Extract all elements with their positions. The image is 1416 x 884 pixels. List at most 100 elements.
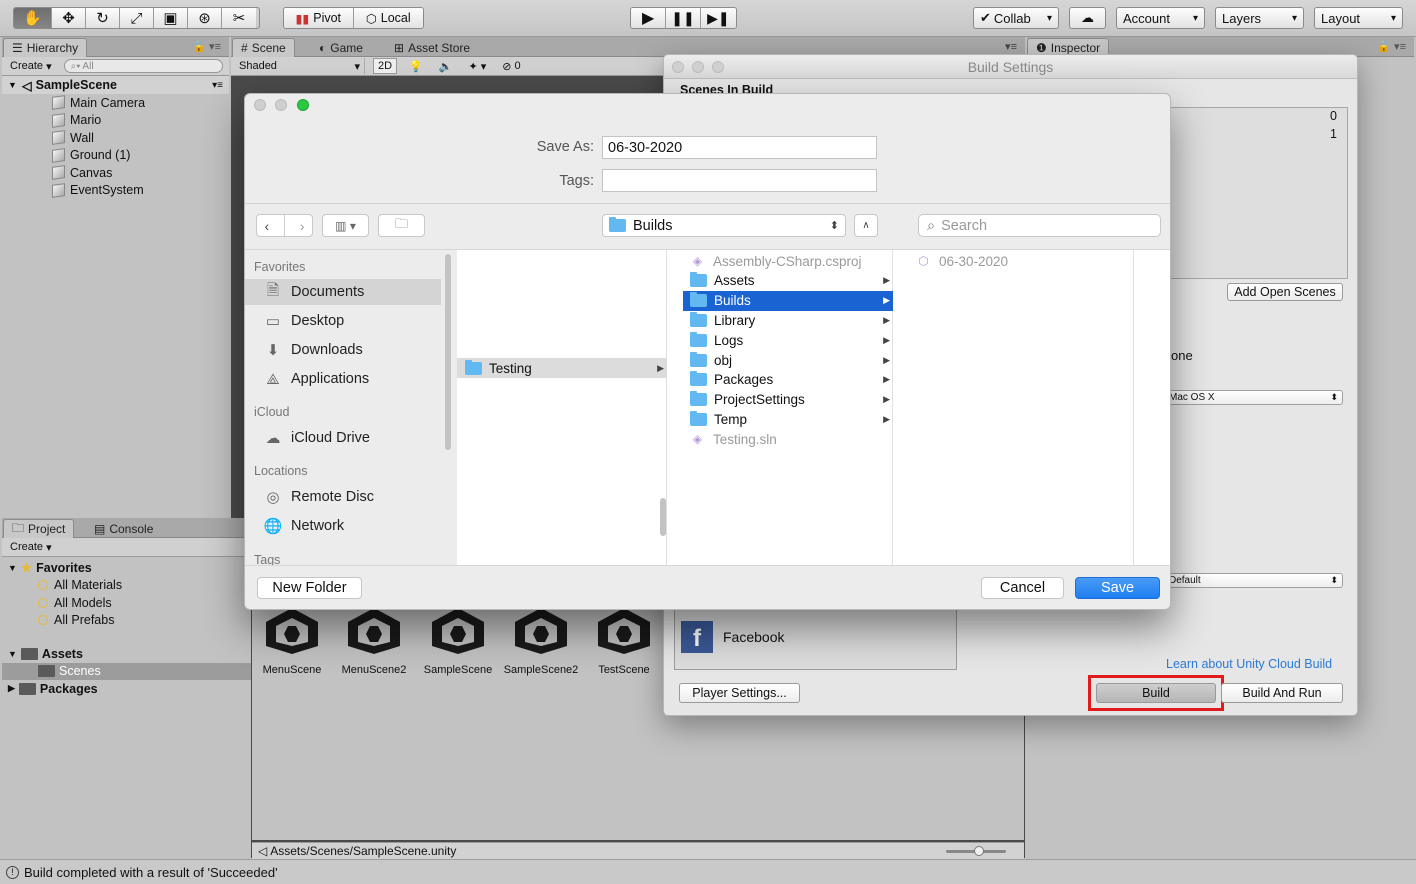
sidebar-item-icloud-drive[interactable]: ☁ iCloud Drive xyxy=(245,425,441,451)
compression-select[interactable]: Default xyxy=(1164,573,1343,588)
panel-menu-icon[interactable]: ▾≡ xyxy=(1005,40,1017,53)
save-button[interactable]: Save xyxy=(1075,577,1160,599)
packages-row[interactable]: ▶ Packages xyxy=(2,680,251,698)
player-settings-button[interactable]: Player Settings... xyxy=(679,683,800,703)
tab-project[interactable]: 🗀 Project xyxy=(3,519,75,538)
column-item[interactable]: Temp ▶ xyxy=(683,409,893,429)
transform-tool-icon[interactable]: ⊛ xyxy=(188,8,222,28)
column-item[interactable]: Library ▶ xyxy=(683,310,893,330)
close-window-icon[interactable] xyxy=(254,99,266,111)
build-and-run-button[interactable]: Build And Run xyxy=(1221,683,1343,703)
location-dropdown[interactable]: Builds ⬍ xyxy=(602,214,846,237)
assets-row[interactable]: ▼ Assets xyxy=(2,645,251,663)
hierarchy-search-input[interactable]: ⌕▾ All xyxy=(63,59,223,73)
tab-console[interactable]: ▤ Console xyxy=(86,519,161,538)
build-button[interactable]: Build xyxy=(1096,683,1216,703)
pause-icon[interactable]: ❚❚ xyxy=(666,8,701,28)
cloud-build-link[interactable]: Learn about Unity Cloud Build xyxy=(1166,657,1332,671)
zoom-slider[interactable] xyxy=(946,846,1006,856)
sidebar-item-documents[interactable]: 🗎 Documents xyxy=(245,279,441,305)
move-tool-icon[interactable]: ✥ xyxy=(52,8,86,28)
hidden-count[interactable]: ⊘ 0 xyxy=(498,58,524,74)
add-open-scenes-button[interactable]: Add Open Scenes xyxy=(1227,283,1343,301)
favorite-search-item[interactable]: All Prefabs xyxy=(2,612,251,630)
hierarchy-item[interactable]: Canvas xyxy=(52,164,229,182)
panel-menu-icon[interactable]: 🔒 ▾≡ xyxy=(1377,40,1406,53)
scene-asset-tile[interactable]: TestScene xyxy=(584,600,664,676)
rect-tool-icon[interactable]: ▣ xyxy=(154,8,188,28)
scene-menu-icon[interactable]: ▾≡ xyxy=(212,80,223,91)
platform-facebook[interactable]: f Facebook xyxy=(675,618,956,656)
play-icon[interactable]: ▶ xyxy=(631,8,667,28)
save-as-input[interactable]: 06-30-2020 xyxy=(602,136,877,159)
column-item[interactable]: Logs ▶ xyxy=(683,330,893,350)
minimize-window-icon[interactable] xyxy=(275,99,287,111)
tab-hierarchy[interactable]: ☰ Hierarchy xyxy=(3,38,88,57)
2d-toggle[interactable]: 2D xyxy=(373,58,398,74)
layout-dropdown[interactable]: Layout xyxy=(1314,7,1403,29)
collab-dropdown[interactable]: ✔ Collab xyxy=(973,7,1059,29)
scene-asset-tile[interactable]: MenuScene2 xyxy=(334,600,414,676)
new-folder-button[interactable]: New Folder xyxy=(257,577,362,599)
column-item[interactable]: Builds ▶ xyxy=(683,290,893,311)
favorite-search-item[interactable]: All Materials xyxy=(2,577,251,595)
sidebar-item-remote-disc[interactable]: ◎ Remote Disc xyxy=(245,484,441,510)
layers-dropdown[interactable]: Layers xyxy=(1215,7,1304,29)
back-icon[interactable]: ‹ xyxy=(264,218,269,234)
shading-dropdown[interactable]: Shaded ▾ xyxy=(235,58,365,74)
column-item[interactable]: ◈ Assembly-CSharp.csproj xyxy=(683,251,893,271)
sidebar-item-applications[interactable]: ⟁ Applications xyxy=(245,366,441,392)
step-icon[interactable]: ▶❚ xyxy=(700,8,736,28)
account-dropdown[interactable]: Account xyxy=(1116,7,1205,29)
collapse-chevron-icon[interactable]: ∧ xyxy=(854,214,878,237)
tab-scene[interactable]: # Scene xyxy=(232,38,295,57)
zoom-window-icon[interactable] xyxy=(297,99,309,111)
scene-asset-tile[interactable]: SampleScene xyxy=(418,600,498,676)
tab-game[interactable]: ◐ Game xyxy=(311,38,371,57)
hierarchy-item[interactable]: Ground (1) xyxy=(52,147,229,165)
forward-icon[interactable]: › xyxy=(300,218,305,234)
favorites-row[interactable]: ▼ ★ Favorites xyxy=(2,559,251,577)
scene-root-row[interactable]: ▼ ◁ SampleScene ▾≡ xyxy=(2,76,229,94)
target-platform-select[interactable]: Mac OS X xyxy=(1164,390,1343,405)
column-item[interactable]: ◈ Testing.sln xyxy=(683,429,893,449)
search-field[interactable]: ⌕ Search xyxy=(918,214,1161,237)
column-scrollbar[interactable] xyxy=(660,498,666,536)
effects-icon[interactable]: ✦ ▾ xyxy=(464,58,490,74)
tab-asset-store[interactable]: ⊞ Asset Store xyxy=(386,38,478,57)
hierarchy-item[interactable]: Wall xyxy=(52,129,229,147)
local-button[interactable]: ⬡ Local xyxy=(353,8,423,28)
lighting-icon[interactable]: 💡 xyxy=(405,58,427,74)
column-item[interactable]: obj ▶ xyxy=(683,350,893,370)
tags-input[interactable] xyxy=(602,169,877,192)
zoom-slider-thumb[interactable] xyxy=(974,846,984,856)
zoom-window-icon[interactable] xyxy=(712,61,724,73)
scenes-folder-row[interactable]: Scenes xyxy=(2,662,251,680)
scene-asset-tile[interactable]: SampleScene2 xyxy=(501,600,581,676)
project-create-button[interactable]: Create ▾ xyxy=(6,539,56,555)
sidebar-item-desktop[interactable]: ▭ Desktop xyxy=(245,308,441,334)
column-item[interactable]: ProjectSettings ▶ xyxy=(683,390,893,410)
hierarchy-item[interactable]: EventSystem xyxy=(52,182,229,200)
panel-menu-icon[interactable]: 🔒 ▾≡ xyxy=(192,40,221,53)
scale-tool-icon[interactable]: ⤢ xyxy=(120,8,154,28)
hand-tool-icon[interactable]: ✋ xyxy=(14,8,52,28)
sidebar-item-network[interactable]: 🌐 Network xyxy=(245,513,441,539)
column-item-build-file[interactable]: ⬡ 06-30-2020 xyxy=(909,251,1121,271)
rotate-tool-icon[interactable]: ↻ xyxy=(86,8,120,28)
custom-tool-icon[interactable]: ✂ xyxy=(222,8,256,28)
hierarchy-item[interactable]: Mario xyxy=(52,112,229,130)
new-folder-icon[interactable]: 🗀 xyxy=(378,214,425,237)
favorite-search-item[interactable]: All Models xyxy=(2,594,251,612)
sidebar-item-downloads[interactable]: ⬇ Downloads xyxy=(245,337,441,363)
hierarchy-item[interactable]: Main Camera xyxy=(52,94,229,112)
pivot-button[interactable]: ▮▮ Pivot xyxy=(284,8,354,28)
column-item-testing[interactable]: Testing ▶ xyxy=(457,358,667,378)
create-button[interactable]: Create ▾ xyxy=(6,58,56,74)
column-item[interactable]: Packages ▶ xyxy=(683,370,893,390)
close-window-icon[interactable] xyxy=(672,61,684,73)
audio-icon[interactable]: 🔈 xyxy=(435,58,457,74)
view-mode-icon[interactable]: ▥ ▾ xyxy=(322,214,369,237)
minimize-window-icon[interactable] xyxy=(692,61,704,73)
cloud-icon[interactable]: ☁ xyxy=(1069,7,1106,29)
